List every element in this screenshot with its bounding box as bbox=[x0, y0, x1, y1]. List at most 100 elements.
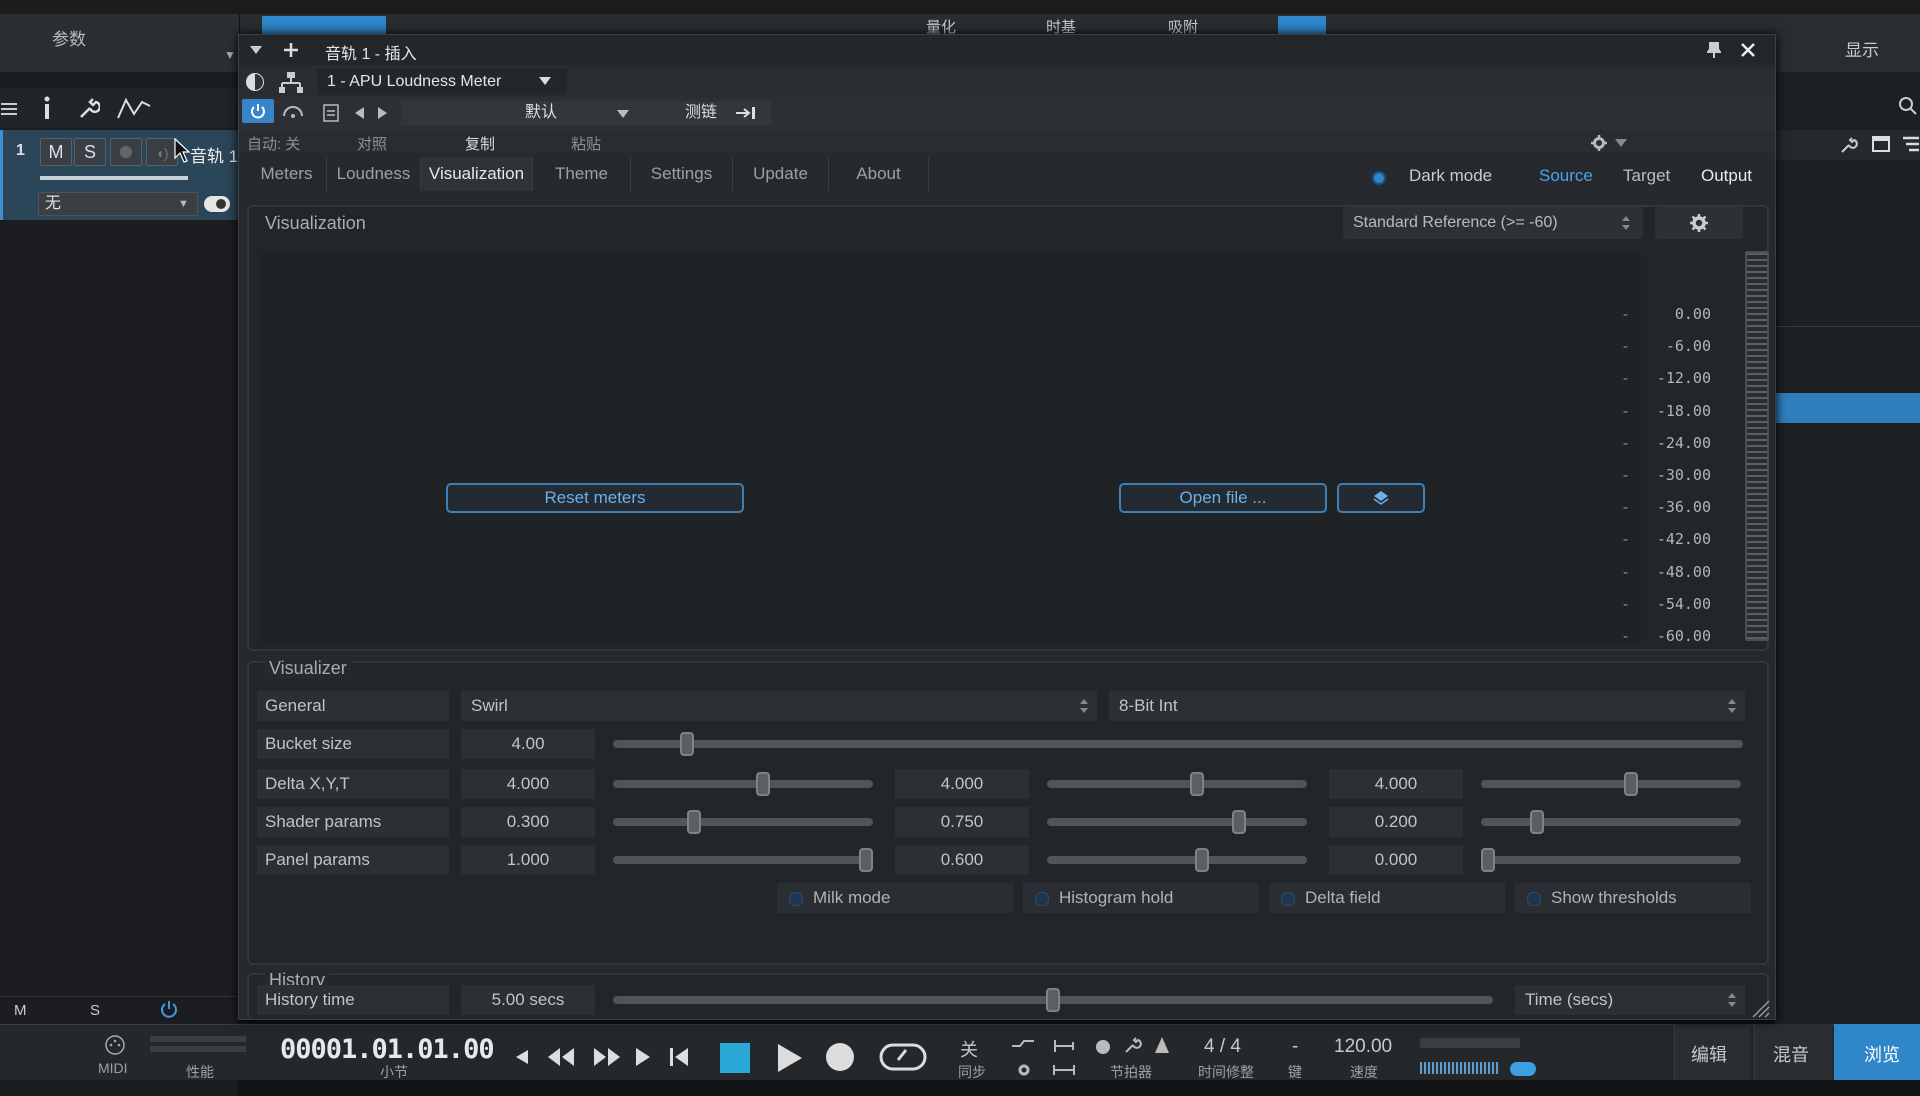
close-icon[interactable] bbox=[1741, 43, 1755, 57]
delta-slider-3-thumb[interactable] bbox=[1623, 772, 1638, 796]
gear-icon[interactable] bbox=[1591, 135, 1607, 151]
tempo-value[interactable]: 120.00 bbox=[1334, 1036, 1392, 1058]
delta-slider-2-thumb[interactable] bbox=[1189, 772, 1204, 796]
list-icon[interactable] bbox=[1902, 136, 1920, 152]
delta-slider-1-thumb[interactable] bbox=[755, 772, 770, 796]
paste-button[interactable]: 粘贴 bbox=[571, 133, 601, 154]
panel-slider-1-thumb[interactable] bbox=[859, 848, 873, 872]
milk-mode-checkbox[interactable]: Milk mode bbox=[777, 883, 1013, 913]
shader-value-2[interactable]: 0.750 bbox=[895, 807, 1029, 837]
wrench-icon[interactable] bbox=[78, 98, 100, 120]
power-icon[interactable] bbox=[160, 1000, 178, 1018]
show-thresholds-checkbox[interactable]: Show thresholds bbox=[1515, 883, 1751, 913]
tab-theme[interactable]: Theme bbox=[533, 157, 631, 191]
delta-slider-3-track[interactable] bbox=[1481, 780, 1741, 788]
delta-field-checkbox[interactable]: Delta field bbox=[1269, 883, 1505, 913]
time-signature[interactable]: 4 / 4 bbox=[1204, 1036, 1241, 1058]
sidechain-button[interactable]: 测链 bbox=[671, 101, 771, 125]
automation-icon[interactable] bbox=[116, 96, 152, 120]
reference-select[interactable]: Standard Reference (>= -60) bbox=[1343, 207, 1643, 239]
output-toggle[interactable] bbox=[1510, 1062, 1536, 1076]
timecode-display[interactable]: 00001.01.01.00 bbox=[280, 1034, 495, 1065]
history-time-value[interactable]: 5.00 secs bbox=[461, 985, 595, 1015]
output-link[interactable]: Output bbox=[1701, 166, 1752, 186]
track-toggle[interactable] bbox=[204, 196, 230, 212]
footer-solo[interactable]: S bbox=[90, 1002, 100, 1019]
wrench-icon[interactable] bbox=[1124, 1036, 1142, 1054]
tab-settings[interactable]: Settings bbox=[631, 157, 733, 191]
panel-slider-2-track[interactable] bbox=[1047, 856, 1307, 864]
window-icon[interactable] bbox=[1872, 136, 1890, 152]
open-file-button[interactable]: Open file ... bbox=[1119, 483, 1327, 513]
shader-slider-3-thumb[interactable] bbox=[1530, 810, 1545, 834]
copy-button[interactable]: 复制 bbox=[465, 133, 495, 154]
shader-slider-2-thumb[interactable] bbox=[1231, 810, 1246, 834]
resize-grip-icon[interactable] bbox=[1747, 995, 1771, 1019]
reset-meters-button[interactable]: Reset meters bbox=[446, 483, 744, 513]
compare-button[interactable]: 对照 bbox=[357, 133, 387, 154]
visualizer-canvas[interactable] bbox=[261, 253, 1641, 643]
bypass-icon[interactable] bbox=[245, 72, 265, 92]
dark-mode-radio[interactable] bbox=[1372, 171, 1386, 185]
panel-slider-1-track[interactable] bbox=[613, 856, 873, 864]
bucket-size-slider-thumb[interactable] bbox=[679, 732, 694, 756]
automation-state[interactable]: 自动: 关 bbox=[247, 133, 300, 154]
chevron-down-icon[interactable] bbox=[617, 110, 629, 118]
marker-icon[interactable] bbox=[1052, 1038, 1076, 1054]
info-icon[interactable] bbox=[40, 96, 54, 120]
key-value[interactable]: - bbox=[1292, 1036, 1298, 1058]
host-tool-active[interactable] bbox=[262, 16, 386, 36]
rewind-icon[interactable] bbox=[546, 1046, 576, 1068]
track-volume-fader[interactable] bbox=[40, 176, 188, 180]
delta-slider-2-track[interactable] bbox=[1047, 780, 1307, 788]
histogram-hold-checkbox[interactable]: Histogram hold bbox=[1023, 883, 1259, 913]
delta-value-2[interactable]: 4.000 bbox=[895, 769, 1029, 799]
target-link[interactable]: Target bbox=[1623, 166, 1670, 186]
record-button[interactable] bbox=[826, 1043, 854, 1071]
metronome-icon[interactable] bbox=[1152, 1036, 1172, 1054]
history-time-slider-thumb[interactable] bbox=[1046, 988, 1060, 1012]
delta-slider-1-track[interactable] bbox=[613, 780, 873, 788]
chevron-down-icon[interactable] bbox=[249, 45, 263, 55]
track-input-select[interactable]: 无 bbox=[38, 192, 198, 216]
track-name[interactable]: 音轨 1 bbox=[190, 142, 238, 167]
menu-icon[interactable] bbox=[0, 100, 18, 118]
snap-tab[interactable]: 吸附 bbox=[1168, 16, 1198, 36]
pin-icon[interactable] bbox=[1707, 42, 1721, 58]
loop-icon[interactable] bbox=[878, 1040, 928, 1074]
solo-button[interactable]: S bbox=[74, 138, 106, 166]
shader-slider-1-track[interactable] bbox=[613, 818, 873, 826]
plugin-titlebar[interactable] bbox=[239, 35, 1775, 65]
layers-button[interactable] bbox=[1337, 483, 1425, 513]
power-button[interactable] bbox=[242, 99, 274, 123]
browse-tab[interactable]: 浏览 bbox=[1834, 1024, 1920, 1080]
visualization-settings-button[interactable] bbox=[1655, 207, 1743, 239]
footer-mute[interactable]: M bbox=[14, 1002, 27, 1019]
preset-list-icon[interactable] bbox=[323, 104, 339, 122]
shader-slider-2-track[interactable] bbox=[1047, 818, 1307, 826]
sync-value[interactable]: 关 bbox=[960, 1036, 978, 1062]
record-arm-button[interactable] bbox=[110, 138, 142, 166]
preset-select[interactable]: 默认 bbox=[401, 101, 681, 125]
shader-slider-1-thumb[interactable] bbox=[686, 810, 701, 834]
range-icon[interactable] bbox=[1052, 1062, 1076, 1078]
return-to-start-icon[interactable] bbox=[512, 1048, 530, 1066]
tab-meters[interactable]: Meters bbox=[247, 157, 327, 191]
tab-loudness[interactable]: Loudness bbox=[327, 157, 421, 191]
mute-button[interactable]: M bbox=[40, 138, 72, 166]
timebase-tab[interactable]: 时基 bbox=[1046, 16, 1076, 36]
delta-value-3[interactable]: 4.000 bbox=[1329, 769, 1463, 799]
fast-forward-icon[interactable] bbox=[592, 1046, 622, 1068]
punch-icon[interactable] bbox=[1010, 1038, 1036, 1054]
wrench-icon[interactable] bbox=[1840, 136, 1858, 154]
history-unit-select[interactable]: Time (secs) bbox=[1515, 985, 1745, 1015]
panel-value-2[interactable]: 0.600 bbox=[895, 845, 1029, 875]
next-preset-icon[interactable] bbox=[377, 107, 387, 119]
panel-value-3[interactable]: 0.000 bbox=[1329, 845, 1463, 875]
tab-about[interactable]: About bbox=[829, 157, 929, 191]
delta-value-1[interactable]: 4.000 bbox=[461, 769, 595, 799]
panel-value-1[interactable]: 1.000 bbox=[461, 845, 595, 875]
general-mode-select[interactable]: Swirl bbox=[461, 691, 1097, 721]
timecode-unit[interactable]: 小节 bbox=[380, 1062, 408, 1082]
edit-tab[interactable]: 编辑 bbox=[1674, 1024, 1750, 1080]
